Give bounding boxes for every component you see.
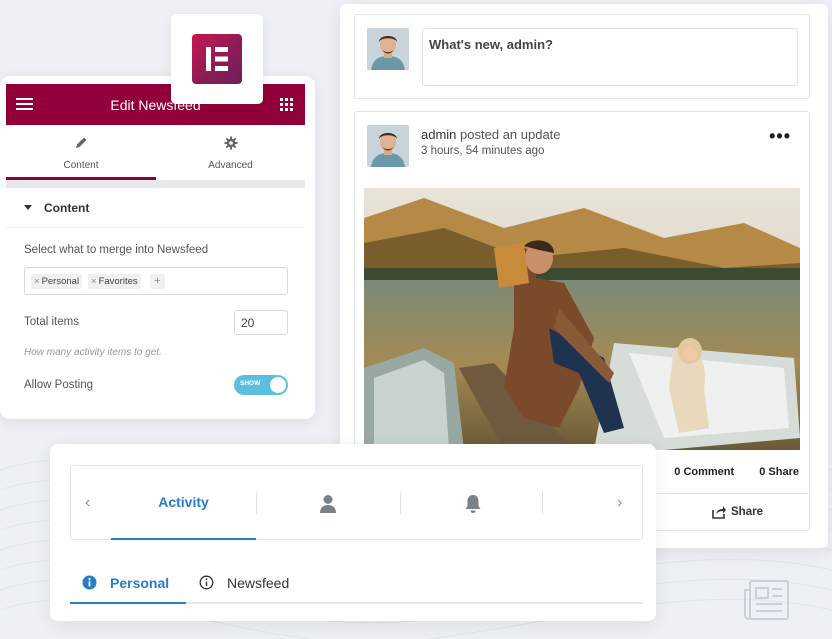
- tab-label: Activity: [158, 494, 209, 510]
- share-icon: [712, 506, 726, 519]
- info-icon: [82, 575, 97, 590]
- tab-label: Advanced: [208, 160, 253, 171]
- toggle-knob: [270, 377, 286, 393]
- section-title: Content: [44, 201, 90, 215]
- post-composer: What's new, admin?: [354, 14, 810, 99]
- gear-icon: [224, 136, 237, 150]
- chip-label: Personal: [41, 276, 80, 287]
- comment-count[interactable]: 0 Comment: [674, 466, 734, 478]
- grid-icon[interactable]: [280, 98, 293, 111]
- total-items-hint: How many activity items to get.: [24, 347, 162, 358]
- chevron-left-icon[interactable]: ‹: [85, 494, 90, 512]
- elementor-logo-card: [171, 14, 263, 104]
- subtab-label: Personal: [110, 575, 170, 591]
- edit-panel: Edit Newsfeed Content Advanced Content S…: [0, 76, 315, 419]
- subtab-personal[interactable]: Personal: [70, 564, 186, 604]
- merge-label: Select what to merge into Newsfeed: [24, 244, 209, 256]
- tab-activity[interactable]: Activity: [111, 466, 256, 540]
- merge-select[interactable]: × Personal × Favorites +: [24, 267, 288, 295]
- tab-label: Content: [63, 160, 99, 171]
- post-photo[interactable]: [364, 188, 800, 450]
- activity-nav: ‹ Activity ›: [70, 465, 643, 540]
- total-items-label: Total items: [24, 316, 79, 328]
- chevron-right-icon[interactable]: ›: [617, 494, 622, 512]
- divider: [6, 180, 305, 188]
- toggle-text: SHOW: [240, 380, 261, 387]
- total-items-input[interactable]: 20: [234, 310, 288, 335]
- share-count[interactable]: 0 Share: [759, 466, 799, 478]
- chip-remove-icon[interactable]: ×: [34, 276, 40, 287]
- post-action-text: posted an update: [460, 127, 561, 142]
- allow-posting-toggle[interactable]: SHOW: [234, 375, 288, 395]
- pencil-icon: [76, 137, 87, 148]
- tab-content[interactable]: Content: [6, 125, 156, 180]
- share-button[interactable]: Share: [711, 505, 763, 519]
- tab-advanced[interactable]: Advanced: [156, 125, 305, 180]
- edit-panel-tabs: Content Advanced: [6, 125, 305, 180]
- share-label: Share: [731, 506, 763, 518]
- allow-posting-label: Allow Posting: [24, 379, 94, 391]
- divider: [400, 492, 401, 514]
- bell-icon[interactable]: [464, 494, 482, 514]
- caret-down-icon: [24, 205, 32, 210]
- activity-nav-card: ‹ Activity › Personal Newsfeed: [50, 444, 656, 621]
- composer-input[interactable]: What's new, admin?: [422, 28, 798, 86]
- subtab-label: Newsfeed: [227, 575, 290, 591]
- subtab-newsfeed[interactable]: Newsfeed: [190, 564, 310, 604]
- divider: [542, 492, 543, 514]
- section-toggle-content[interactable]: Content: [6, 188, 305, 228]
- avatar[interactable]: [367, 125, 409, 167]
- chip-label: Favorites: [98, 276, 138, 287]
- info-icon: [199, 575, 214, 590]
- elementor-logo-icon: [192, 34, 242, 84]
- more-options-icon[interactable]: •••: [769, 126, 791, 147]
- add-chip-icon[interactable]: +: [150, 274, 165, 289]
- merge-chip-personal: × Personal: [31, 274, 83, 289]
- avatar[interactable]: [367, 28, 409, 70]
- user-icon[interactable]: [319, 494, 337, 514]
- chip-remove-icon[interactable]: ×: [91, 276, 97, 287]
- merge-chip-favorites: × Favorites: [88, 274, 141, 289]
- divider: [256, 492, 257, 514]
- post-header: admin posted an update: [421, 127, 561, 142]
- newspaper-icon: [744, 580, 789, 620]
- post-timestamp[interactable]: 3 hours, 54 minutes ago: [421, 145, 544, 157]
- subtabs: Personal Newsfeed: [70, 564, 643, 604]
- post-stats: 0 Comment 0 Share: [652, 466, 799, 478]
- post-author-link[interactable]: admin: [421, 127, 456, 142]
